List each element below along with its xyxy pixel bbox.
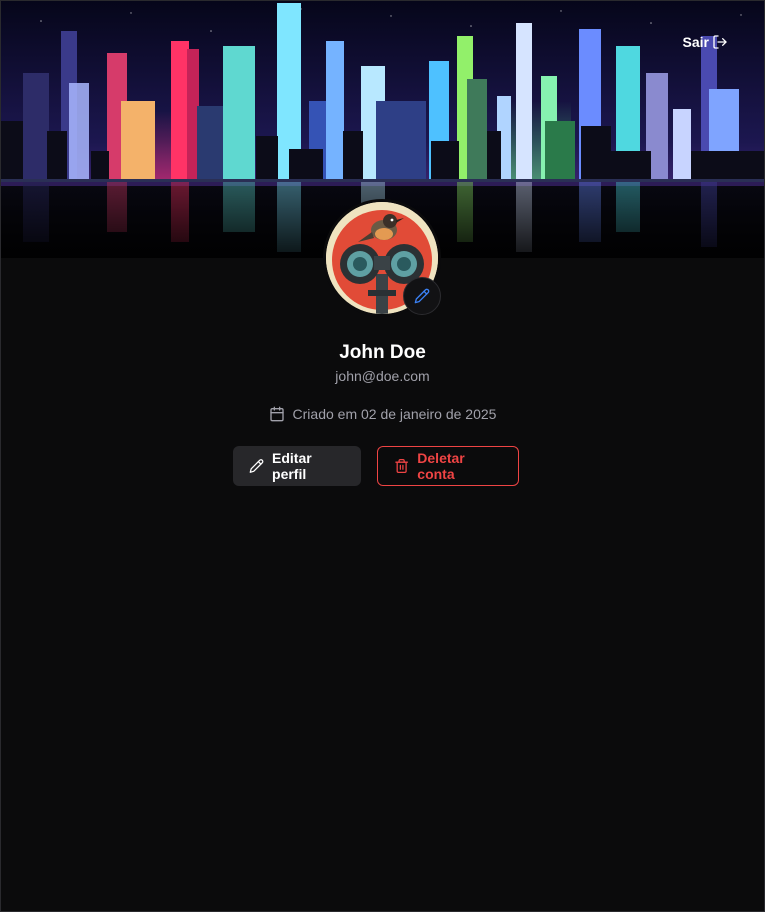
logout-icon bbox=[713, 35, 727, 49]
created-date: Criado em 02 de janeiro de 2025 bbox=[1, 406, 764, 422]
profile-actions: Editar perfil Deletar conta bbox=[1, 446, 764, 486]
avatar-container bbox=[323, 199, 441, 317]
delete-account-button[interactable]: Deletar conta bbox=[377, 446, 519, 486]
delete-account-label: Deletar conta bbox=[417, 450, 465, 482]
edit-profile-button[interactable]: Editar perfil bbox=[233, 446, 361, 486]
profile-email: john@doe.com bbox=[335, 368, 430, 384]
edit-profile-label: Editar perfil bbox=[272, 450, 312, 482]
profile-page: Sair John Doe john@doe.com Criado em 02 … bbox=[0, 0, 765, 912]
calendar-icon bbox=[269, 406, 284, 422]
created-date-label: Criado em 02 de janeiro de 2025 bbox=[292, 406, 497, 422]
trash-icon bbox=[395, 458, 409, 474]
pencil-icon bbox=[249, 459, 264, 473]
logout-button[interactable]: Sair bbox=[683, 34, 728, 50]
edit-avatar-button[interactable] bbox=[403, 277, 441, 315]
pencil-icon bbox=[414, 288, 430, 304]
logout-label: Sair bbox=[682, 34, 709, 50]
profile-name: John Doe bbox=[339, 342, 426, 363]
